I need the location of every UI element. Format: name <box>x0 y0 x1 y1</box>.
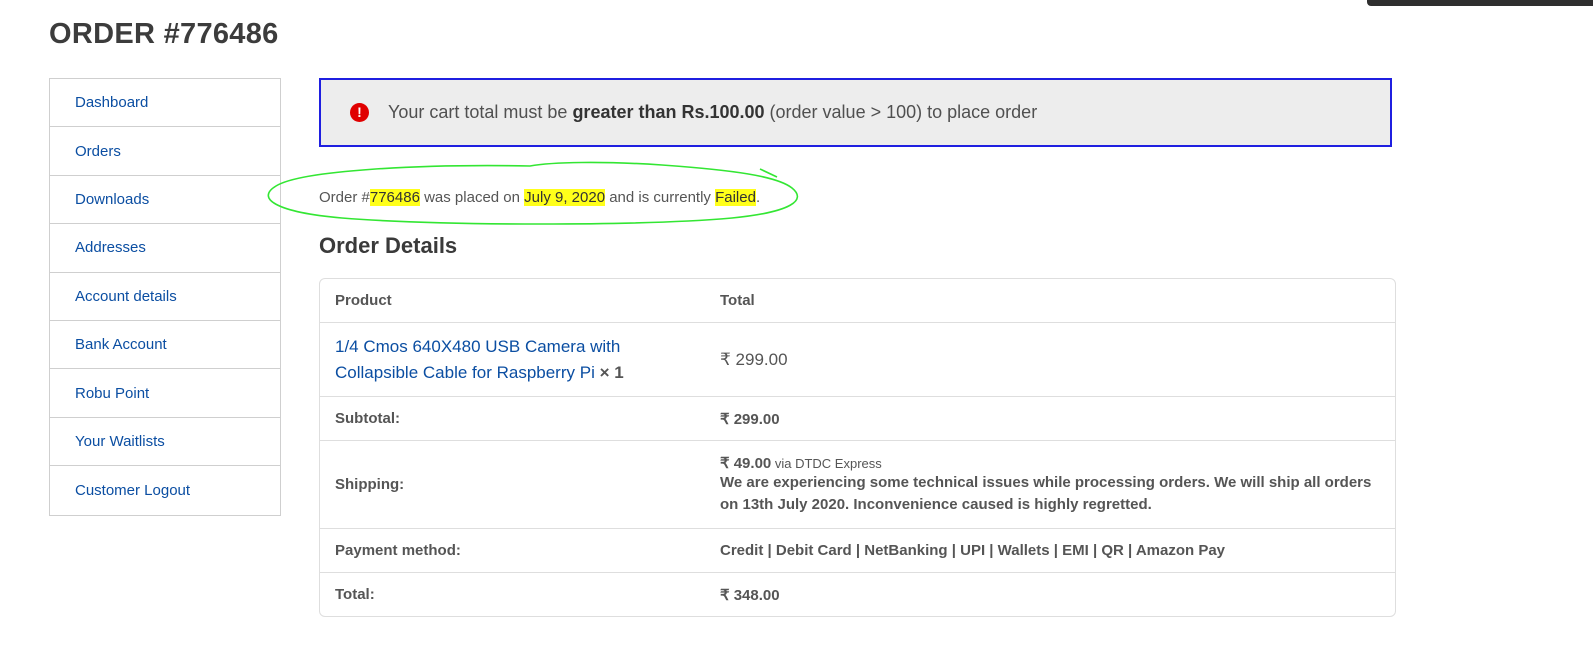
order-details-heading: Order Details <box>319 233 458 258</box>
notice-amount: greater than Rs.100.00 <box>572 102 765 122</box>
sidebar-item-dashboard[interactable]: Dashboard <box>50 79 280 128</box>
table-row: Total: ₹ 348.00 <box>320 572 1395 616</box>
account-sidebar: Dashboard Orders Downloads Addresses Acc… <box>49 78 281 516</box>
order-details-table: Product Total 1/4 Cmos 640X480 USB Camer… <box>319 278 1396 617</box>
sidebar-item-label[interactable]: Addresses <box>75 239 146 256</box>
sidebar-item-bank-account[interactable]: Bank Account <box>50 321 280 370</box>
sidebar-item-logout[interactable]: Customer Logout <box>50 466 280 514</box>
subtotal-value: ₹ 299.00 <box>705 396 1395 441</box>
order-status-line: Order #776486 was placed on July 9, 2020… <box>319 189 760 206</box>
top-right-bar <box>1367 0 1593 6</box>
notice-suffix: (order value > 100) to place order <box>764 102 1038 122</box>
sidebar-item-label[interactable]: Bank Account <box>75 336 167 353</box>
shipping-note-line2: on 13th July 2020. Inconvenience caused … <box>720 495 1152 513</box>
status-text: was placed on <box>419 189 525 206</box>
sidebar-item-orders[interactable]: Orders <box>50 127 280 176</box>
table-row: Subtotal: ₹ 299.00 <box>320 396 1395 441</box>
product-cell: 1/4 Cmos 640X480 USB Camera with Collapsi… <box>320 322 705 397</box>
payment-method-value: Credit | Debit Card | NetBanking | UPI |… <box>705 528 1395 573</box>
sidebar-item-label[interactable]: Dashboard <box>75 94 148 111</box>
sidebar-item-label[interactable]: Orders <box>75 143 121 160</box>
total-value: ₹ 348.00 <box>705 572 1395 616</box>
status-text: . <box>755 189 761 206</box>
sidebar-item-robu-point[interactable]: Robu Point <box>50 369 280 418</box>
table-row: Payment method: Credit | Debit Card | Ne… <box>320 528 1395 573</box>
product-link[interactable]: 1/4 Cmos 640X480 USB Camera with Collapsi… <box>335 337 620 382</box>
cart-minimum-notice: ! Your cart total must be greater than R… <box>319 78 1392 147</box>
shipping-method: via DTDC Express <box>771 455 882 471</box>
column-header-product: Product <box>335 292 392 309</box>
sidebar-item-label[interactable]: Downloads <box>75 191 149 208</box>
exclamation-icon: ! <box>350 103 369 122</box>
sidebar-item-label[interactable]: Your Waitlists <box>75 433 165 450</box>
page-title: ORDER #776486 <box>49 18 279 50</box>
order-number: 776486 <box>369 189 420 206</box>
sidebar-item-account-details[interactable]: Account details <box>50 273 280 321</box>
table-row: Shipping: ₹ 49.00 via DTDC Express We ar… <box>320 440 1395 529</box>
shipping-value: ₹ 49.00 <box>720 454 772 472</box>
table-header-row: Product Total <box>320 279 1395 323</box>
sidebar-item-addresses[interactable]: Addresses <box>50 224 280 273</box>
table-row: 1/4 Cmos 640X480 USB Camera with Collapsi… <box>320 322 1395 397</box>
subtotal-label: Subtotal: <box>320 396 705 441</box>
shipping-note-line1: We are experiencing some technical issue… <box>720 473 1372 491</box>
total-label: Total: <box>320 572 705 616</box>
notice-text: Your cart total must be greater than Rs.… <box>388 102 1037 123</box>
shipping-cell: ₹ 49.00 via DTDC Express We are experien… <box>705 440 1395 529</box>
product-quantity: × 1 <box>594 362 624 382</box>
status-text: Order # <box>319 189 370 206</box>
notice-prefix: Your cart total must be <box>388 102 573 122</box>
shipping-label: Shipping: <box>320 440 705 529</box>
column-header-total: Total <box>720 292 755 309</box>
sidebar-item-label[interactable]: Robu Point <box>75 385 149 402</box>
shipping-note: We are experiencing some technical issue… <box>720 472 1380 516</box>
order-date: July 9, 2020 <box>524 189 606 206</box>
sidebar-item-waitlists[interactable]: Your Waitlists <box>50 418 280 467</box>
payment-method-label: Payment method: <box>320 528 705 573</box>
product-price: ₹ 299.00 <box>705 322 1395 397</box>
sidebar-item-label[interactable]: Account details <box>75 288 177 305</box>
product-name-line1[interactable]: 1/4 Cmos 640X480 USB Camera with <box>335 337 620 356</box>
sidebar-item-downloads[interactable]: Downloads <box>50 176 280 225</box>
status-text: and is currently <box>605 189 716 206</box>
sidebar-item-label[interactable]: Customer Logout <box>75 482 190 499</box>
order-state: Failed <box>715 189 756 206</box>
product-name-line2[interactable]: Collapsible Cable for Raspberry Pi <box>335 363 595 382</box>
